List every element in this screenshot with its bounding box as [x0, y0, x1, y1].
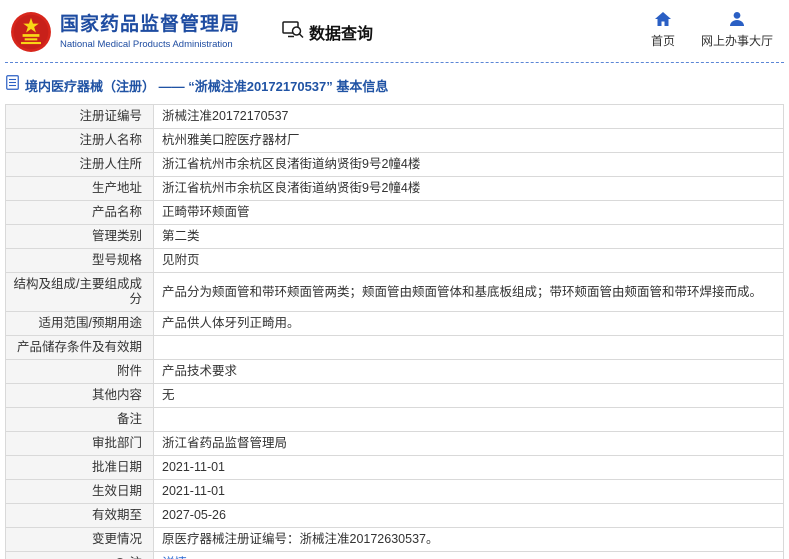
row-label: 管理类别 — [5, 224, 154, 249]
row-label: 注 — [5, 551, 154, 559]
table-row: 结构及组成/主要组成成分 产品分为颊面管和带环颊面管两类；颊面管由颊面管体和基底板… — [5, 272, 784, 312]
nav-service-hall-label: 网上办事大厅 — [700, 34, 773, 48]
row-label: 适用范围/预期用途 — [5, 311, 154, 336]
table-row: 管理类别 第二类 — [5, 224, 784, 249]
row-value: 2021-11-01 — [153, 479, 784, 504]
row-label: 批准日期 — [5, 455, 154, 480]
page-title: 境内医疗器械（注册） —— “浙械注准20172170537” 基本信息 — [25, 78, 389, 94]
table-row: 型号规格 见附页 — [5, 248, 784, 273]
table-row: 注册证编号 浙械注准20172170537 — [5, 104, 784, 129]
row-value: 杭州雅美口腔医疗器材厂 — [153, 128, 784, 153]
row-label: 附件 — [5, 359, 154, 384]
info-table-body: 注册证编号 浙械注准20172170537 注册人名称 杭州雅美口腔医疗器材厂 注册人住… — [5, 104, 784, 559]
row-label: 生效日期 — [5, 479, 154, 504]
nav-home-label: 首页 — [650, 34, 675, 48]
agency-name-cn: 国家药品监督管理局 — [60, 14, 241, 35]
top-nav: 首页 网上办事大厅 — [651, 12, 773, 49]
row-value: 原医疗器械注册证编号：浙械注准20172630537。 — [153, 527, 784, 552]
row-value: 产品供人体牙列正畸用。 — [153, 311, 784, 336]
table-row: 产品名称 正畸带环颊面管 — [5, 200, 784, 225]
data-query-icon — [282, 20, 304, 44]
table-row: 注册人名称 杭州雅美口腔医疗器材厂 — [5, 128, 784, 153]
row-value: 2021-11-01 — [153, 455, 784, 480]
row-label: 注册人住所 — [5, 152, 154, 177]
data-query-section: 数据查询 — [282, 20, 373, 44]
table-row: 生产地址 浙江省杭州市余杭区良渚街道纳贤街9号2幢4楼 — [5, 176, 784, 201]
row-value: 浙江省杭州市余杭区良渚街道纳贤街9号2幢4楼 — [153, 152, 784, 177]
table-row: 注册人住所 浙江省杭州市余杭区良渚街道纳贤街9号2幢4楼 — [5, 152, 784, 177]
row-label: 生产地址 — [5, 176, 154, 201]
agency-name-en: National Medical Products Administration — [60, 39, 233, 50]
row-value: 产品技术要求 — [153, 359, 784, 384]
table-row: 变更情况 原医疗器械注册证编号：浙械注准20172630537。 — [5, 527, 784, 552]
table-row: 注详情 — [5, 551, 784, 559]
table-row: 其他内容无 — [5, 383, 784, 408]
row-label: 注册证编号 — [5, 104, 154, 129]
row-label: 审批部门 — [5, 431, 154, 456]
row-value: 浙江省杭州市余杭区良渚街道纳贤街9号2幢4楼 — [153, 176, 784, 201]
row-value: 浙江省药品监督管理局 — [153, 431, 784, 456]
row-value — [153, 335, 784, 360]
table-row: 生效日期 2021-11-01 — [5, 479, 784, 504]
row-value: 详情 — [153, 551, 784, 559]
document-icon — [6, 75, 19, 95]
row-value: 正畸带环颊面管 — [153, 200, 784, 225]
info-table: 注册证编号 浙械注准20172170537 注册人名称 杭州雅美口腔医疗器材厂 注册人住… — [5, 104, 784, 559]
row-value: 见附页 — [153, 248, 784, 273]
row-label: 产品名称 — [5, 200, 154, 225]
row-label: 其他内容 — [5, 383, 154, 408]
table-row: 附件 产品技术要求 — [5, 359, 784, 384]
row-label: 有效期至 — [5, 503, 154, 528]
row-value: 无 — [153, 383, 784, 408]
nmpa-emblem-logo — [10, 11, 52, 53]
row-value — [153, 407, 784, 432]
home-icon — [654, 12, 671, 29]
page-title-row: 境内医疗器械（注册） —— “浙械注准20172170537” 基本信息 — [0, 63, 789, 104]
agency-title-block: 国家药品监督管理局 National Medical Products Admi… — [60, 13, 240, 50]
row-label: 变更情况 — [5, 527, 154, 552]
row-label: 产品储存条件及有效期 — [5, 335, 154, 360]
table-row: 有效期至 2027-05-26 — [5, 503, 784, 528]
person-icon — [729, 12, 744, 29]
nav-home[interactable]: 首页 — [651, 12, 675, 49]
table-row: 适用范围/预期用途 产品供人体牙列正畸用。 — [5, 311, 784, 336]
row-label: 结构及组成/主要组成成分 — [5, 272, 154, 312]
row-label: 备注 — [5, 407, 154, 432]
site-header: 国家药品监督管理局 National Medical Products Admi… — [0, 0, 789, 62]
nav-service-hall[interactable]: 网上办事大厅 — [701, 12, 773, 49]
row-value: 第二类 — [153, 224, 784, 249]
table-row: 审批部门 浙江省药品监督管理局 — [5, 431, 784, 456]
table-row: 备注 — [5, 407, 784, 432]
table-row: 批准日期 2021-11-01 — [5, 455, 784, 480]
row-value: 浙械注准20172170537 — [153, 104, 784, 129]
data-query-label: 数据查询 — [309, 25, 374, 43]
row-label: 型号规格 — [5, 248, 154, 273]
row-value: 2027-05-26 — [153, 503, 784, 528]
table-row: 产品储存条件及有效期 — [5, 335, 784, 360]
row-value: 产品分为颊面管和带环颊面管两类；颊面管由颊面管体和基底板组成；带环颊面管由颊面管… — [153, 272, 784, 312]
row-label: 注册人名称 — [5, 128, 154, 153]
